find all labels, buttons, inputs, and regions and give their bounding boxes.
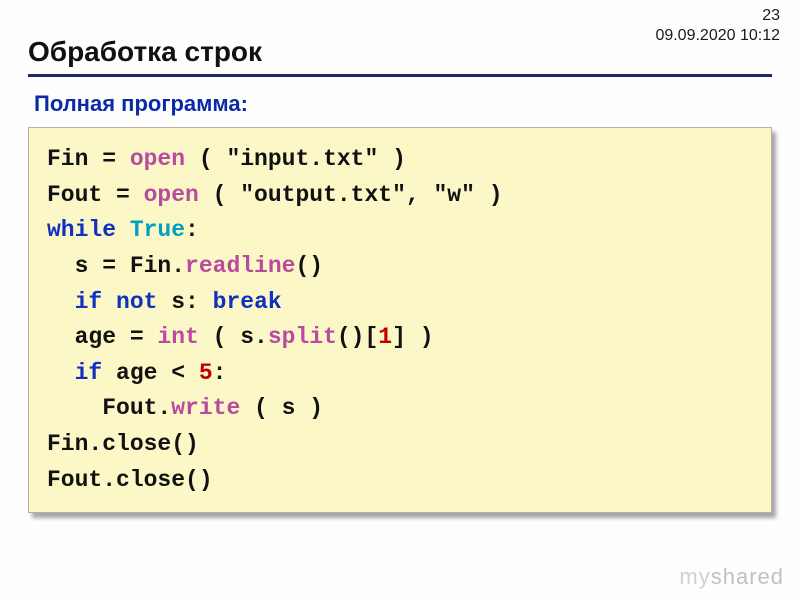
watermark-shared: shared [711,564,784,589]
code-text: Fout.close() [47,467,213,493]
code-text: ( s. [199,324,268,350]
code-text: : [213,360,227,386]
code-text: age = [47,324,157,350]
code-text [47,360,75,386]
code-text: Fout. [47,395,171,421]
code-keyword-true: True [130,217,185,243]
code-text: Fin.close() [47,431,199,457]
code-keyword-readline: readline [185,253,295,279]
code-text: : [185,217,199,243]
code-text: Fin = [47,146,130,172]
page-number: 23 [655,6,780,26]
code-keyword-if: if [75,289,103,315]
code-text [116,217,130,243]
code-text: Fout = [47,182,144,208]
code-block: Fin = open ( "input.txt" ) Fout = open (… [28,127,772,513]
code-keyword-not: not [116,289,157,315]
code-keyword-write: write [171,395,240,421]
code-text: s: [157,289,212,315]
code-keyword-split: split [268,324,337,350]
code-keyword-if: if [75,360,103,386]
code-text: ( s ) [240,395,323,421]
slide-meta: 23 09.09.2020 10:12 [655,6,780,46]
watermark: myshared [679,564,784,590]
code-text: ( "output.txt", "w" ) [199,182,503,208]
code-keyword-int: int [157,324,198,350]
code-text [47,289,75,315]
slide-datetime: 09.09.2020 10:12 [655,26,780,46]
code-text [102,289,116,315]
code-keyword-open: open [130,146,185,172]
code-text: () [295,253,323,279]
code-keyword-while: while [47,217,116,243]
code-text: ()[ [337,324,378,350]
code-number: 5 [199,360,213,386]
section-subtitle: Полная программа: [34,91,772,117]
watermark-my: my [679,564,710,589]
code-number: 1 [378,324,392,350]
code-text: ( "input.txt" ) [185,146,406,172]
code-text: age < [102,360,199,386]
code-keyword-open: open [144,182,199,208]
code-text: s = Fin. [47,253,185,279]
code-keyword-break: break [213,289,282,315]
code-text: ] ) [392,324,433,350]
